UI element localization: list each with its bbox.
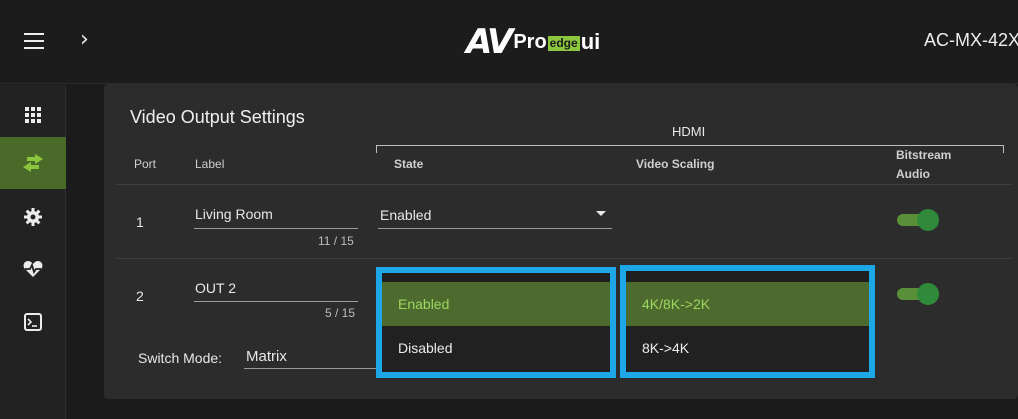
row-1-label-field[interactable]: Living Room (195, 206, 273, 222)
row-1-label-counter: 11 / 15 (318, 234, 354, 248)
scaling-option-8k-4k[interactable]: 8K->4K (626, 326, 869, 370)
sidebar (0, 85, 66, 419)
column-header-audio: Audio (896, 167, 930, 181)
state-option-enabled[interactable]: Enabled (382, 282, 610, 326)
sidebar-item-settings[interactable] (0, 191, 66, 243)
column-header-bitstream: Bitstream (896, 148, 952, 162)
row-1-port: 1 (136, 214, 144, 230)
row-1-label-underline (194, 228, 358, 229)
device-model: AC-MX-42X (924, 30, 1018, 50)
sidebar-item-health[interactable] (0, 243, 66, 295)
sidebar-item-terminal[interactable] (0, 296, 66, 348)
grid-icon (25, 107, 41, 123)
column-header-port: Port (134, 157, 157, 171)
gear-icon (24, 208, 42, 226)
avpro-edge-ui-logo: AV Pro edge ui (466, 22, 601, 62)
hdmi-group-label: HDMI (672, 124, 706, 139)
row-2-port: 2 (136, 288, 144, 304)
chevron-right-icon[interactable]: › (80, 28, 96, 52)
column-header-label: Label (195, 157, 225, 171)
swap-arrows-icon (23, 154, 43, 172)
table-divider (116, 258, 1012, 259)
table-divider (116, 184, 1012, 185)
scaling-option-4k8k-2k[interactable]: 4K/8K->2K (626, 282, 869, 326)
switch-mode-select[interactable]: Matrix (246, 348, 287, 365)
state-dropdown-menu: Enabled Disabled (376, 267, 616, 378)
row-2-bitstream-toggle[interactable] (897, 282, 939, 306)
row-2-label-field[interactable]: OUT 2 (195, 280, 236, 296)
row-2-label-counter: 5 / 15 (325, 306, 356, 320)
row-1-state-select[interactable]: Enabled (380, 207, 431, 223)
sidebar-item-dashboard[interactable] (0, 89, 66, 141)
chevron-down-icon[interactable] (596, 211, 606, 216)
panel-title: Video Output Settings (130, 107, 305, 127)
switch-mode-label: Switch Mode: (138, 350, 223, 366)
row-2-label-underline (194, 301, 358, 302)
state-option-disabled[interactable]: Disabled (382, 326, 610, 370)
hamburger-menu-icon[interactable] (24, 33, 44, 49)
scaling-dropdown-menu: 4K/8K->2K 8K->4K (620, 265, 875, 378)
sidebar-item-routing[interactable] (0, 137, 66, 189)
terminal-icon (24, 313, 42, 331)
row-1-state-underline (378, 228, 612, 229)
top-bar: › AV Pro edge ui AC-MX-42X (0, 0, 1018, 84)
column-header-video-scaling: Video Scaling (636, 157, 715, 171)
column-header-state: State (394, 157, 424, 171)
heartbeat-icon (23, 261, 43, 277)
row-1-bitstream-toggle[interactable] (897, 208, 939, 232)
switch-mode-underline (244, 368, 380, 369)
